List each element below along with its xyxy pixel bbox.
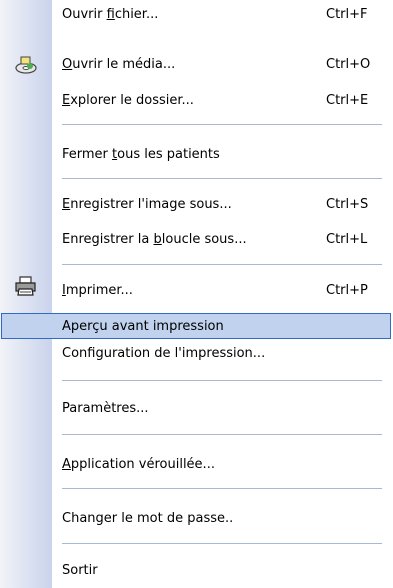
menu-item-label: Sortir [62,563,98,578]
menu-item-shortcut: Ctrl+F [326,7,368,22]
menu-item-label: Configuration de l'impression... [62,346,266,361]
open-media-icon [15,56,37,74]
menu-item-print-setup[interactable]: Configuration de l'impression... [52,341,382,367]
menu-item-label: Ouvrir le média... [62,57,176,72]
menu-separator [62,434,382,435]
menu-item-lock-application[interactable]: Application vérouillée... [52,452,382,478]
menu-item-close-all-patients[interactable]: Fermer tous les patients [52,142,382,168]
menu-item-exit[interactable]: Sortir [52,558,382,584]
menu-separator [62,543,382,544]
menu-item-shortcut: Ctrl+S [326,197,369,212]
menu-item-label: Paramètres... [62,401,149,416]
menu-item-settings[interactable]: Paramètres... [52,396,382,422]
menu-item-label: Ouvrir fichier... [62,7,159,22]
menu-item-shortcut: Ctrl+O [326,57,371,72]
menu-separator [62,264,382,265]
menu-item-label: Fermer tous les patients [62,147,220,162]
menu-item-label: Enregistrer l'image sous... [62,197,232,212]
menu-item-save-loop-as[interactable]: Enregistrer la bloucle sous... Ctrl+L [52,227,382,253]
menu-separator [62,178,382,179]
menu-item-open-media[interactable]: Ouvrir le média... Ctrl+O [52,52,382,78]
menu-item-label: Changer le mot de passe.. [62,511,234,526]
menu-item-print-preview[interactable]: Aperçu avant impression [1,313,391,339]
menu-item-label: Enregistrer la bloucle sous... [62,232,247,247]
menu-separator [62,380,382,381]
printer-icon [15,276,36,296]
menu-item-explore-folder[interactable]: Explorer le dossier... Ctrl+E [52,88,382,114]
file-menu: Ouvrir fichier... Ctrl+F Ouvrir le média… [0,0,393,588]
menu-item-label: Imprimer... [62,283,133,298]
menu-item-shortcut: Ctrl+L [326,232,368,247]
menu-item-print[interactable]: Imprimer... Ctrl+P [52,278,382,304]
menu-item-open-file[interactable]: Ouvrir fichier... Ctrl+F [52,2,382,28]
menu-item-shortcut: Ctrl+P [326,283,368,298]
menu-separator [62,124,382,125]
menu-item-shortcut: Ctrl+E [326,93,369,108]
menu-item-label: Application vérouillée... [62,457,215,472]
menu-item-save-image-as[interactable]: Enregistrer l'image sous... Ctrl+S [52,192,382,218]
menu-item-change-password[interactable]: Changer le mot de passe.. [52,506,382,532]
menu-item-label: Aperçu avant impression [62,319,224,334]
menu-separator [62,488,382,489]
menu-item-label: Explorer le dossier... [62,93,194,108]
